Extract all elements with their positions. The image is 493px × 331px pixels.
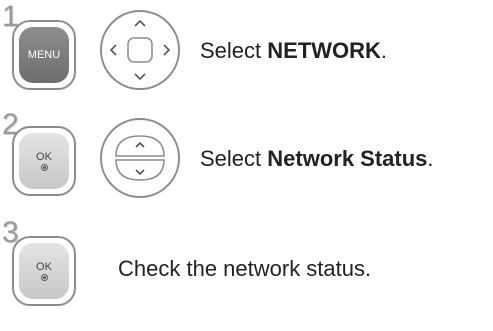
navigation-pad[interactable] — [100, 10, 180, 90]
ok-button-face: OK — [19, 133, 69, 189]
ok-button-step-2[interactable]: OK — [12, 126, 76, 196]
menu-button-face: MENU — [19, 27, 69, 83]
ok-button-label: OK — [36, 261, 52, 273]
ok-dot-icon — [40, 164, 48, 171]
step-2-suffix: . — [427, 146, 434, 171]
menu-button-label: MENU — [27, 49, 61, 61]
step-1-bold: NETWORK — [267, 38, 381, 63]
ok-button-label: OK — [36, 151, 52, 163]
step-1-prefix: Select — [200, 38, 268, 63]
step-2-prefix: Select — [200, 146, 268, 171]
step-1-suffix: . — [380, 38, 388, 63]
step-3-text: Check the network status. — [118, 256, 372, 281]
step-3-instruction: Check the network status. — [118, 256, 371, 282]
step-1-instruction: Select NETWORK. — [200, 38, 387, 64]
navigation-pad-icon — [109, 19, 171, 81]
ok-dot-icon — [40, 274, 48, 281]
up-down-arrow-icon — [115, 135, 165, 181]
step-2-bold: Network Status — [267, 146, 428, 171]
up-down-buttons[interactable] — [100, 118, 180, 198]
menu-button[interactable]: MENU — [12, 20, 76, 90]
step-2-instruction: Select Network Status. — [200, 146, 434, 172]
ok-button-step-3[interactable]: OK — [12, 236, 76, 306]
ok-button-face: OK — [19, 243, 69, 299]
